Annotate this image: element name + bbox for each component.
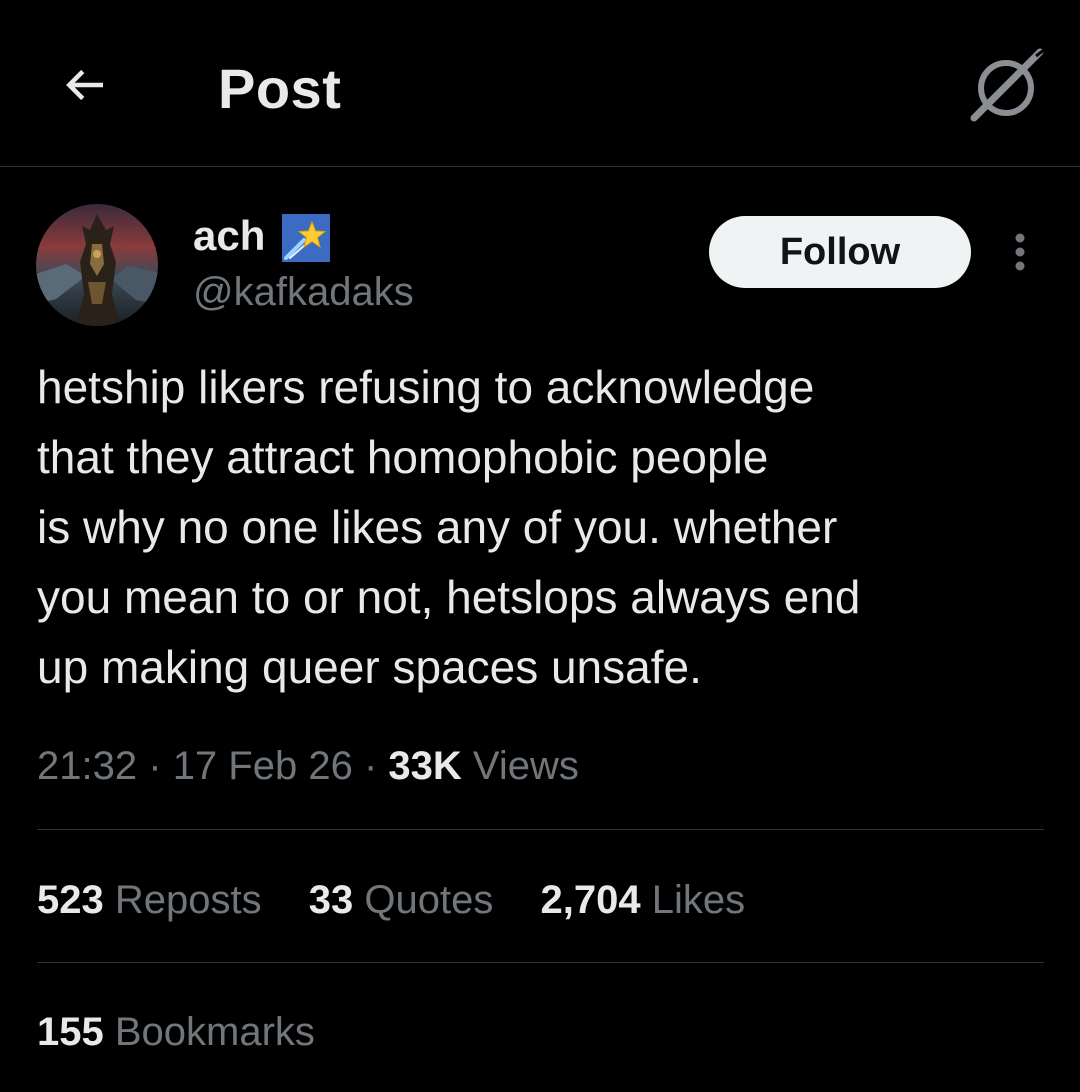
divider xyxy=(37,962,1044,963)
likes-stat[interactable]: 2,704 Likes xyxy=(540,878,745,922)
avatar[interactable] xyxy=(36,204,158,326)
tweet-text: hetship likers refusing to acknowledge t… xyxy=(37,361,861,693)
reposts-stat[interactable]: 523 Reposts xyxy=(37,878,273,922)
bookmarks-label: Bookmarks xyxy=(114,1010,315,1054)
likes-count: 2,704 xyxy=(540,878,641,922)
tweet-time[interactable]: 21:32 xyxy=(37,744,137,788)
quotes-label: Quotes xyxy=(364,878,494,922)
divider xyxy=(37,829,1044,830)
page-title: Post xyxy=(218,57,342,120)
views-label: Views xyxy=(472,744,579,788)
more-options-icon[interactable] xyxy=(1000,230,1040,274)
likes-label: Likes xyxy=(651,878,746,922)
reposts-count: 523 xyxy=(37,878,104,922)
tweet-meta: 21:32 · 17 Feb 26 · 33K Views xyxy=(37,740,579,792)
bookmarks-stat[interactable]: 155 Bookmarks xyxy=(37,1006,315,1058)
user-handle[interactable]: @kafkadaks xyxy=(193,266,414,318)
grok-icon[interactable] xyxy=(968,46,1048,126)
views-count: 33K xyxy=(388,744,462,788)
quotes-stat[interactable]: 33 Quotes xyxy=(309,878,505,922)
reposts-label: Reposts xyxy=(114,878,262,922)
shooting-star-emoji xyxy=(282,214,330,262)
follow-button[interactable]: Follow xyxy=(709,216,971,288)
arrow-left-icon[interactable] xyxy=(58,58,112,112)
tweet-date[interactable]: 17 Feb 26 xyxy=(173,744,353,788)
engagement-stats: 523 Reposts 33 Quotes 2,704 Likes xyxy=(37,874,781,926)
separator: · xyxy=(148,744,162,788)
bookmarks-count: 155 xyxy=(37,1010,104,1054)
quotes-count: 33 xyxy=(308,878,354,922)
separator: · xyxy=(363,744,378,788)
top-bar: Post xyxy=(0,0,1080,167)
display-name[interactable]: ach xyxy=(193,210,265,262)
